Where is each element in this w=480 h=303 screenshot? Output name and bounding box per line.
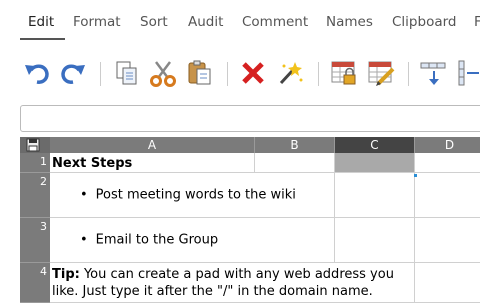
cell-a4[interactable]: Tip: You can create a pad with any web a… — [50, 263, 415, 303]
cell-b1[interactable] — [255, 153, 335, 173]
cell-c2[interactable] — [335, 173, 415, 218]
tab-sort[interactable]: Sort — [140, 14, 168, 30]
cut-icon[interactable] — [148, 58, 178, 88]
spreadsheet-grid: A B C D 1 2 3 4 Next Steps Post meeting … — [0, 137, 480, 303]
tab-clipboard[interactable]: Clipboard — [392, 14, 456, 30]
cell-c1[interactable] — [335, 153, 415, 173]
lock-cell-icon[interactable] — [329, 58, 359, 88]
cell-a1[interactable]: Next Steps — [50, 153, 255, 173]
row-header-4[interactable]: 4 — [20, 263, 50, 303]
row-header-3[interactable]: 3 — [20, 218, 50, 263]
save-icon[interactable] — [20, 137, 50, 153]
tab-names[interactable]: Names — [326, 14, 373, 30]
tip-text: You can create a pad with any web addres… — [52, 267, 394, 299]
active-tab-indicator — [20, 38, 65, 40]
cell-d1[interactable] — [415, 153, 480, 173]
cell-d3[interactable] — [415, 218, 480, 263]
tab-more[interactable]: F — [474, 14, 480, 30]
tab-format[interactable]: Format — [73, 14, 121, 30]
menu-bar: Edit Format Sort Audit Comment Names Cli… — [0, 0, 480, 42]
undo-icon[interactable] — [22, 58, 52, 88]
magic-wand-icon[interactable] — [275, 58, 305, 88]
cell-c3[interactable] — [335, 218, 415, 263]
cell-d4[interactable] — [415, 263, 480, 303]
column-header-d[interactable]: D — [415, 137, 480, 153]
toolbar-separator — [408, 62, 409, 86]
toolbar-separator — [100, 62, 101, 86]
tab-audit[interactable]: Audit — [188, 14, 223, 30]
toolbar-separator — [227, 62, 228, 86]
row-header-1[interactable]: 1 — [20, 153, 50, 173]
tab-comment[interactable]: Comment — [242, 14, 308, 30]
insert-row-icon[interactable] — [419, 58, 449, 88]
column-header-a[interactable]: A — [50, 137, 255, 153]
tab-edit[interactable]: Edit — [28, 14, 54, 30]
toolbar — [0, 42, 480, 100]
fill-handle[interactable] — [414, 174, 417, 177]
row-header-2[interactable]: 2 — [20, 173, 50, 218]
paste-icon[interactable] — [185, 58, 215, 88]
redo-icon[interactable] — [58, 58, 88, 88]
cell-a3[interactable]: Email to the Group — [50, 218, 335, 263]
column-header-b[interactable]: B — [255, 137, 335, 153]
column-header-c[interactable]: C — [335, 137, 415, 153]
delete-icon[interactable] — [238, 58, 268, 88]
edit-cell-icon[interactable] — [366, 58, 396, 88]
list-item: Post meeting words to the wiki — [80, 188, 296, 203]
formula-input[interactable] — [20, 105, 480, 132]
copy-icon[interactable] — [112, 58, 142, 88]
cell-d2[interactable] — [415, 173, 480, 218]
tip-label: Tip: — [52, 267, 80, 282]
toolbar-separator — [318, 62, 319, 86]
list-item: Email to the Group — [80, 233, 218, 248]
cell-a2[interactable]: Post meeting words to the wiki — [50, 173, 335, 218]
insert-column-icon[interactable] — [455, 58, 480, 88]
